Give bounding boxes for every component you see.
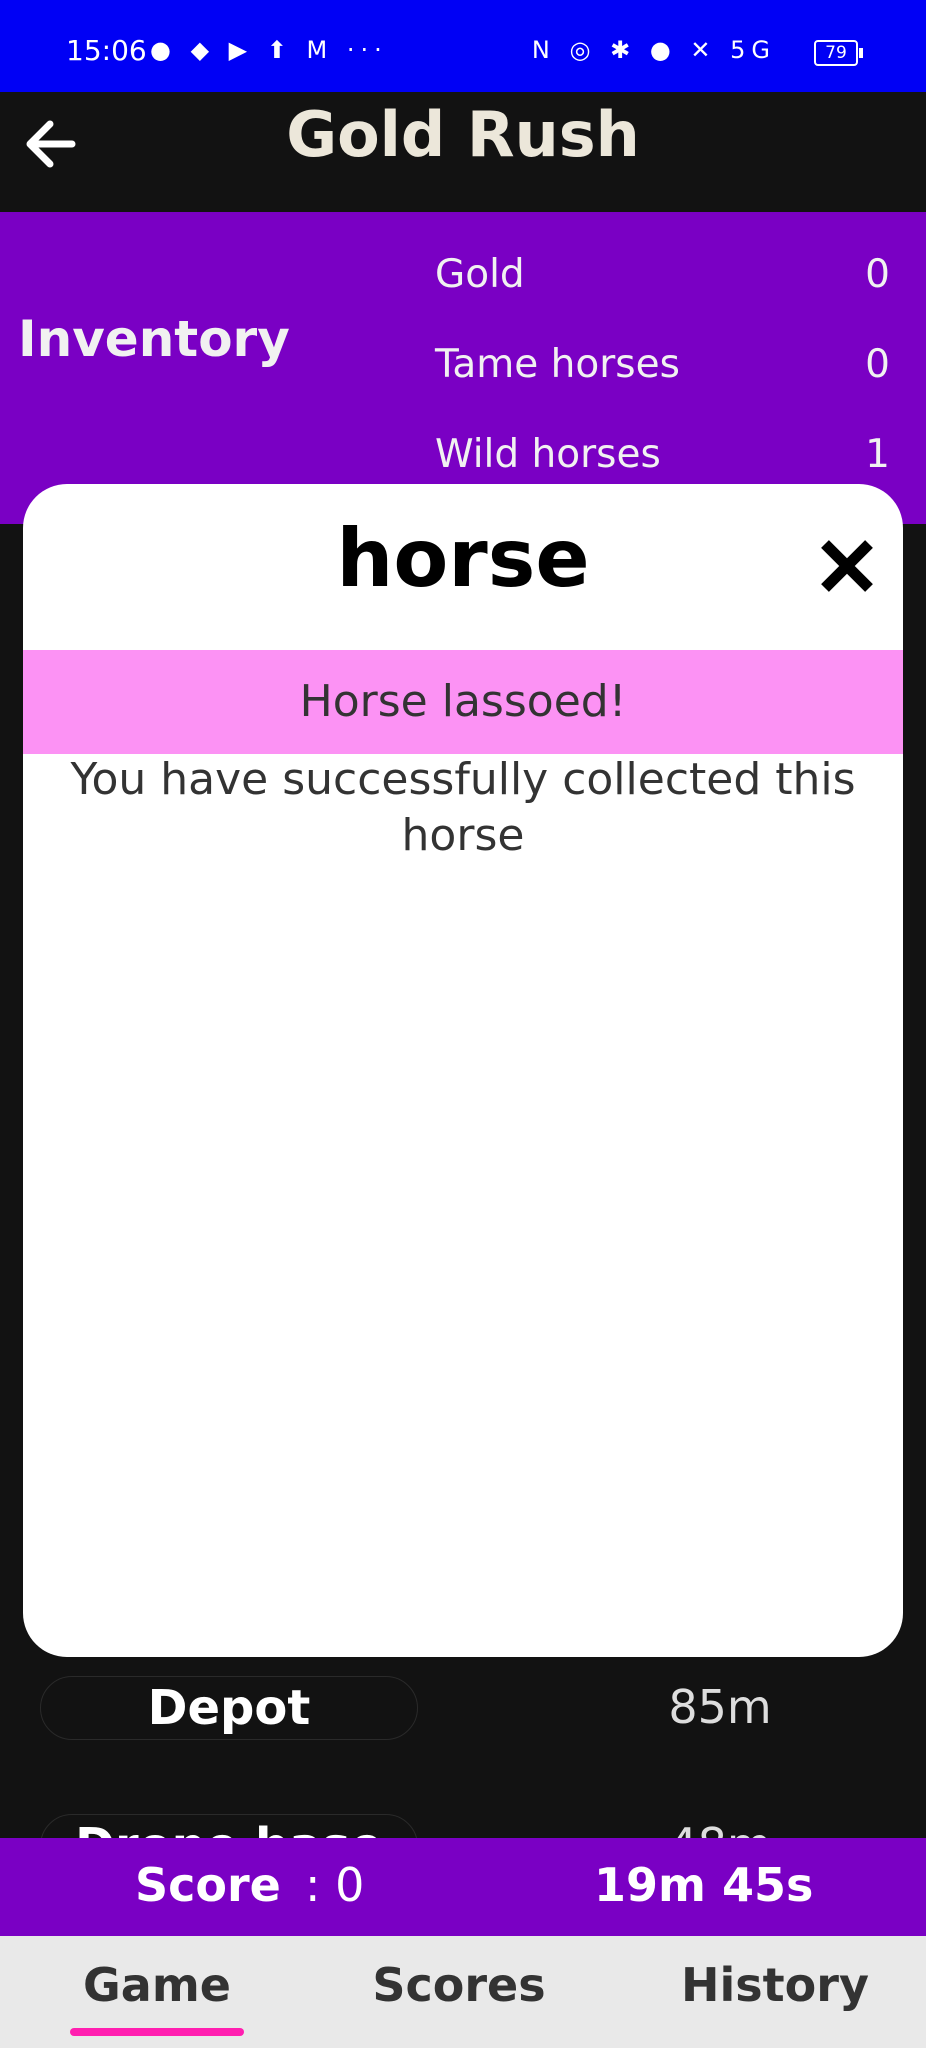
selected-tab-indicator xyxy=(70,2028,244,2036)
inventory-title: Inventory xyxy=(18,310,290,368)
inventory-value: 1 xyxy=(865,432,890,477)
inventory-label: Gold xyxy=(435,252,525,297)
app-bar: Gold Rush xyxy=(0,92,926,210)
battery-icon: 79 xyxy=(814,40,863,66)
score-bar: Score : 0 19m 45s xyxy=(0,1838,926,1936)
score-value: : 0 xyxy=(305,1858,365,1912)
inventory-value: 0 xyxy=(865,342,890,387)
inventory-value: 0 xyxy=(865,252,890,297)
score-label: Score xyxy=(135,1858,281,1912)
page-title: Gold Rush xyxy=(286,98,640,171)
tab-scores[interactable]: Scores xyxy=(352,1958,566,2012)
status-time: 15:06 xyxy=(66,34,147,67)
location-distance: 85m xyxy=(668,1680,772,1734)
bottom-tab-bar: Game Scores History xyxy=(0,1936,926,2048)
success-banner: Horse lassoed! xyxy=(23,650,903,754)
location-button[interactable]: Depot xyxy=(40,1676,418,1740)
tab-history[interactable]: History xyxy=(668,1958,882,2012)
dialog-message: You have successfully collected this hor… xyxy=(70,754,856,861)
tab-game[interactable]: Game xyxy=(50,1958,264,2012)
horse-dialog: horse Horse lassoed! You have successful… xyxy=(23,484,903,1657)
timer: 19m 45s xyxy=(594,1858,814,1912)
close-icon[interactable] xyxy=(817,536,877,596)
dialog-title: horse xyxy=(336,512,590,605)
system-status-icons: N ◎ ✱ ● ✕ 5G xyxy=(531,36,776,64)
inventory-label: Tame horses xyxy=(435,342,680,387)
inventory-label: Wild horses xyxy=(435,432,661,477)
inventory-panel: Inventory Gold 0 Tame horses 0 Wild hors… xyxy=(0,212,926,524)
status-bar: 15:06 ● ◆ ▶ ⬆ M ··· N ◎ ✱ ● ✕ 5G 79 xyxy=(0,0,926,92)
notification-icons: ● ◆ ▶ ⬆ M ··· xyxy=(150,36,388,64)
list-item: Depot 85m xyxy=(0,1676,926,1756)
